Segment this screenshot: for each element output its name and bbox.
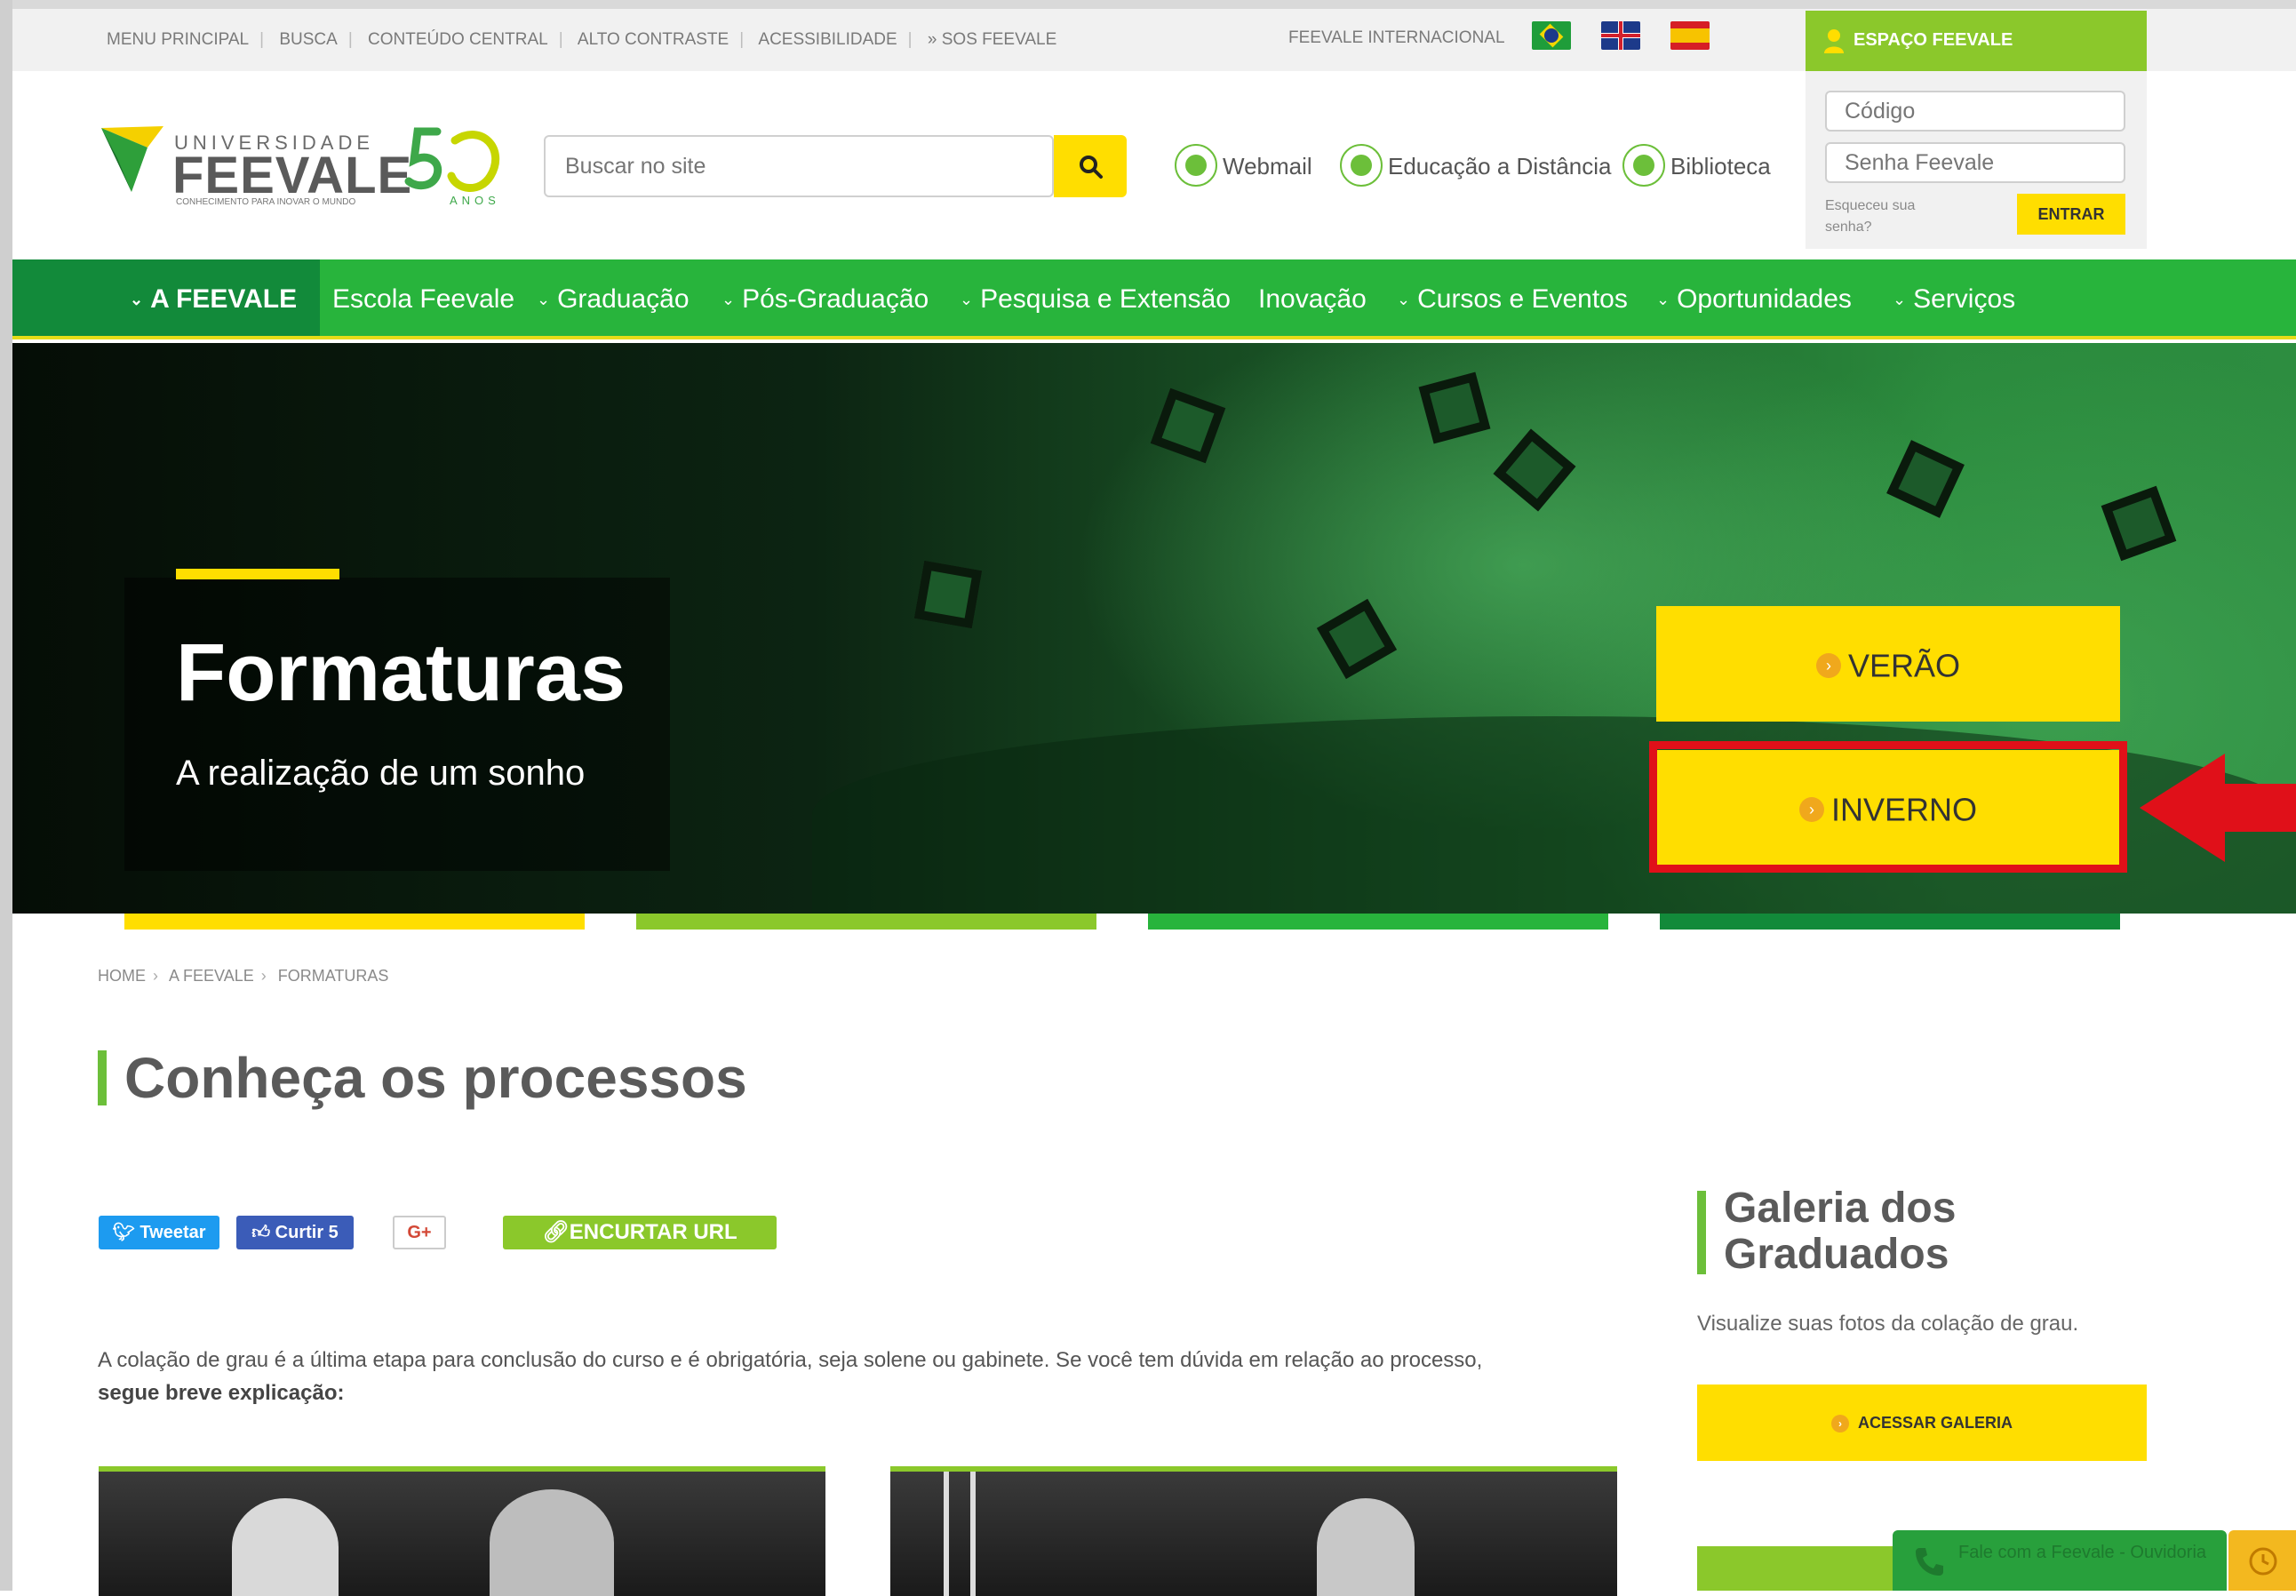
util-link-busca[interactable]: BUSCA — [279, 30, 337, 49]
nav-item-oportunidades[interactable]: ⌄ Oportunidades — [1656, 284, 1852, 315]
nav-item-pos-graduacao[interactable]: ⌄ Pós-Graduação — [721, 284, 929, 315]
breadcrumb-a-feevale[interactable]: A FEEVALE — [169, 967, 254, 985]
utility-links: MENU PRINCIPAL | BUSCA | CONTEÚDO CENTRAL |… — [107, 30, 1057, 49]
logo-feevale-text: FEEVALE — [172, 147, 413, 204]
chevron-down-icon: ⌄ — [721, 291, 736, 308]
logo-anos-text: ANOS — [450, 194, 500, 207]
nav-item-graduacao[interactable]: ⌄ Graduação — [537, 284, 690, 315]
nav-item-a-feevale[interactable]: ⌄ A FEEVALE — [130, 284, 297, 315]
espaco-feevale-header[interactable]: ESPAÇO FEEVALE — [1806, 11, 2147, 71]
util-link-sos-feevale[interactable]: » SOS FEEVALE — [928, 30, 1056, 49]
chevron-down-icon: ⌄ — [537, 291, 551, 308]
flag-brazil-icon[interactable] — [1532, 21, 1571, 50]
webmail-link[interactable]: Webmail — [1175, 144, 1317, 190]
hero-accent-bar — [176, 569, 339, 579]
gallery-accent-bar — [1697, 1191, 1706, 1274]
graduation-cap-decoration — [1886, 440, 1965, 518]
chevron-down-icon: ⌄ — [1656, 291, 1670, 308]
nav-item-cursos-eventos[interactable]: ⌄ Cursos e Eventos — [1397, 284, 1628, 315]
codigo-input[interactable] — [1825, 91, 2125, 132]
feevale-logo-icon[interactable] — [100, 123, 165, 194]
highlight-box-annotation — [1649, 741, 2127, 873]
chevron-down-icon: ⌄ — [960, 291, 974, 308]
biblioteca-link[interactable]: Biblioteca — [1622, 144, 1774, 190]
nav-item-inovacao[interactable]: Inovação — [1258, 284, 1367, 315]
page-title: Conheça os processos — [124, 1046, 747, 1110]
clock-icon — [2249, 1547, 2277, 1576]
hero-title: Formaturas — [176, 627, 626, 718]
twitter-icon: 🐦︎ — [112, 1223, 140, 1242]
chevron-right-circle-icon: › — [1830, 1415, 1849, 1433]
phone-icon — [1916, 1548, 1943, 1576]
graduation-cap-decoration — [913, 560, 983, 629]
encurtar-url-button[interactable]: 🔗︎ENCURTAR URL — [503, 1216, 777, 1249]
nav-item-pesquisa-extensao[interactable]: ⌄ Pesquisa e Extensão — [960, 284, 1231, 315]
graduation-cap-decoration — [1150, 387, 1226, 464]
gallery-title: Galeria dos Graduados — [1724, 1185, 1957, 1278]
search-button[interactable] — [1054, 135, 1127, 197]
forgot-password-link[interactable]: Esqueceu sua senha? — [1825, 196, 1949, 238]
chevron-down-icon: ⌄ — [130, 291, 144, 308]
envelope-icon — [1185, 155, 1207, 176]
hero-text-panel — [124, 578, 670, 871]
hero-subtitle: A realização de um sonho — [176, 754, 586, 793]
flag-uk-icon[interactable] — [1601, 21, 1640, 50]
pencil-icon — [1351, 155, 1372, 176]
thumbs-up-icon: 👍︎ — [251, 1223, 275, 1242]
breadcrumb-home[interactable]: HOME — [98, 967, 146, 985]
graduation-cap-decoration — [1418, 371, 1491, 444]
util-link-menu-principal[interactable]: MENU PRINCIPAL — [107, 30, 249, 49]
chevron-down-icon: ⌄ — [1893, 291, 1907, 308]
title-accent-bar — [98, 1050, 107, 1105]
chevron-right-circle-icon: › — [1815, 653, 1841, 679]
graduation-photo-1[interactable] — [99, 1466, 825, 1596]
gallery-description: Visualize suas fotos da colação de grau. — [1697, 1312, 2079, 1336]
color-band-yellow — [124, 914, 585, 930]
google-plus-button[interactable]: G+ — [393, 1216, 446, 1249]
window-left-frame — [0, 0, 12, 1591]
ouvidoria-label: Fale com a Feevale - Ouvidoria — [1958, 1543, 2207, 1562]
verao-button[interactable]: › VERÃO — [1656, 606, 2120, 722]
clock-widget[interactable] — [2228, 1530, 2296, 1591]
chevron-down-icon: ⌄ — [1397, 291, 1411, 308]
facebook-like-button[interactable]: 👍︎ Curtir 5 — [236, 1216, 354, 1249]
logo-tagline: CONHECIMENTO PARA INOVAR O MUNDO — [176, 197, 356, 207]
search-input[interactable] — [544, 135, 1054, 197]
educacao-distancia-link[interactable]: Educação a Distância — [1340, 144, 1611, 190]
graduation-cap-decoration — [2101, 485, 2177, 562]
nav-item-escola-feevale[interactable]: Escola Feevale — [332, 284, 514, 315]
entrar-button[interactable]: ENTRAR — [2017, 194, 2125, 235]
tweet-button[interactable]: 🐦︎ Tweetar — [99, 1216, 219, 1249]
color-band-green — [1148, 914, 1608, 930]
color-band-lime — [636, 914, 1096, 930]
breadcrumb: HOME › A FEEVALE › FORMATURAS — [98, 967, 389, 985]
acessar-galeria-button[interactable]: › ACESSAR GALERIA — [1697, 1385, 2147, 1461]
senha-input[interactable] — [1825, 142, 2125, 183]
flag-spain-icon[interactable] — [1670, 21, 1710, 50]
user-icon — [1824, 29, 1844, 53]
intro-bold: segue breve explicação: — [98, 1381, 345, 1405]
graduation-cap-decoration — [1493, 428, 1576, 512]
util-link-conteudo-central[interactable]: CONTEÚDO CENTRAL — [368, 30, 548, 49]
red-arrow-annotation-icon — [2140, 754, 2296, 862]
intro-paragraph: A colação de grau é a última etapa para … — [98, 1348, 1483, 1405]
feevale-internacional-link[interactable]: FEEVALE INTERNACIONAL — [1288, 28, 1505, 48]
breadcrumb-formaturas: FORMATURAS — [277, 967, 389, 985]
nav-item-servicos[interactable]: ⌄ Serviços — [1893, 284, 2015, 315]
ouvidoria-widget[interactable]: Fale com a Feevale - Ouvidoria — [1893, 1530, 2227, 1591]
graduation-photo-2[interactable] — [890, 1466, 1617, 1596]
graduation-cap-decoration — [1316, 598, 1398, 680]
util-link-alto-contraste[interactable]: ALTO CONTRASTE — [578, 30, 729, 49]
util-link-acessibilidade[interactable]: ACESSIBILIDADE — [758, 30, 897, 49]
search-icon — [1080, 156, 1103, 179]
espaco-feevale-title: ESPAÇO FEEVALE — [1854, 30, 2013, 50]
color-band-dark-green — [1660, 914, 2120, 930]
link-icon: 🔗︎ — [542, 1220, 570, 1244]
book-icon — [1633, 155, 1654, 176]
